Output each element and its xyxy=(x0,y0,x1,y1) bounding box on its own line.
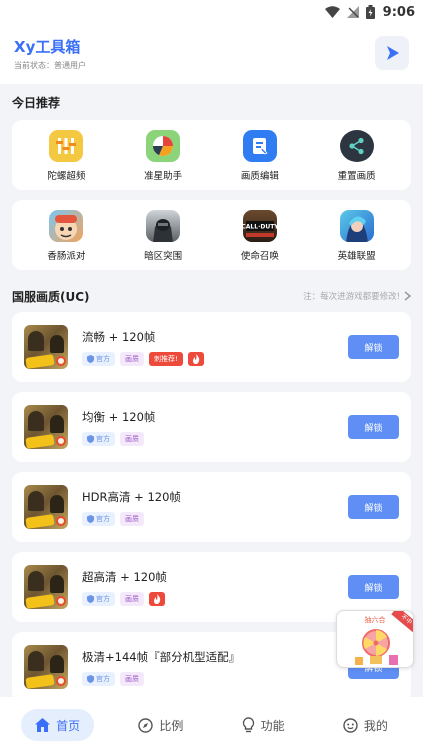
official-tag: 官方 xyxy=(82,671,115,686)
nav-home[interactable]: 首页 xyxy=(21,709,95,741)
call-of-duty-icon: CALL·DUTY xyxy=(242,210,277,242)
play-icon xyxy=(387,46,399,60)
league-of-legends-icon xyxy=(339,210,374,242)
play-button[interactable] xyxy=(375,36,409,70)
quality-tag: 画质 xyxy=(120,431,144,446)
game-arena-breakout[interactable]: 暗区突围 xyxy=(123,210,203,262)
pubg-thumbnail xyxy=(24,405,68,449)
home-icon xyxy=(35,718,51,732)
arena-breakout-icon xyxy=(146,210,181,242)
lottery-promo[interactable]: 抽六合 不中 xyxy=(336,610,414,668)
nav-label: 功能 xyxy=(260,718,285,733)
pubg-thumbnail xyxy=(24,485,68,529)
recommend-section-title: 今日推荐 xyxy=(12,95,61,110)
quality-item[interactable]: 均衡 + 120帧 官方 画质 解锁 xyxy=(12,392,411,462)
tool-label: 画质编辑 xyxy=(240,171,279,182)
official-tag-text: 官方 xyxy=(96,674,110,683)
chevron-right-icon xyxy=(404,291,411,301)
tool-label: 重置画质 xyxy=(337,171,376,182)
quality-tag: 画质 xyxy=(120,511,144,526)
app-header: Xy工具箱 当前状态：普通用户 xyxy=(0,24,423,84)
game-sausage-party[interactable]: 香肠派对 xyxy=(26,210,106,262)
quality-section-header: 国服画质(UC) 注：每次进游戏都要修改! xyxy=(0,280,423,312)
game-label: 使命召唤 xyxy=(240,251,279,262)
pubg-thumbnail xyxy=(24,565,68,609)
status-time: 9:06 xyxy=(382,4,415,20)
quality-tag: 画质 xyxy=(120,671,144,686)
nav-ratio[interactable]: 比例 xyxy=(124,709,197,741)
quality-hint[interactable]: 注：每次进游戏都要修改! xyxy=(303,290,411,302)
crosshair-icon xyxy=(146,130,181,162)
bottom-navigation: 首页 比例 功能 我的 xyxy=(0,697,423,753)
status-bar: 9:06 xyxy=(0,0,423,24)
tool-label: 陀螺超频 xyxy=(47,171,86,182)
shield-icon xyxy=(87,354,94,363)
quality-item-title: 超高清 + 120帧 xyxy=(82,569,167,584)
unlock-button[interactable]: 解锁 xyxy=(348,495,399,519)
quality-section-title: 国服画质(UC) xyxy=(12,289,90,304)
fire-icon xyxy=(187,351,204,366)
quality-tag: 画质 xyxy=(120,351,144,366)
quality-item[interactable]: HDR高清 + 120帧 官方 画质 解锁 xyxy=(12,472,411,542)
user-status: 当前状态：普通用户 xyxy=(14,61,86,70)
game-label: 香肠派对 xyxy=(47,251,86,262)
game-label: 暗区突围 xyxy=(144,251,183,262)
quality-item-title: HDR高清 + 120帧 xyxy=(82,489,181,504)
tool-gyro[interactable]: 陀螺超频 xyxy=(26,130,106,182)
no-signal-icon xyxy=(346,6,359,18)
tool-crosshair[interactable]: 准星助手 xyxy=(123,130,203,182)
unlock-button[interactable]: 解锁 xyxy=(348,335,399,359)
tool-quality-edit[interactable]: 画质编辑 xyxy=(220,130,300,182)
game-league-of-legends[interactable]: 英雄联盟 xyxy=(317,210,397,262)
official-tag-text: 官方 xyxy=(96,434,110,443)
recommend-tag: 刺推荐! xyxy=(149,351,183,366)
official-tag-text: 官方 xyxy=(96,354,110,363)
official-tag: 官方 xyxy=(82,511,115,526)
fire-icon xyxy=(149,591,165,606)
app-title: Xy工具箱 xyxy=(14,38,81,56)
quality-item[interactable]: 流畅 + 120帧 官方 画质 刺推荐! 解锁 xyxy=(12,312,411,382)
battery-icon xyxy=(365,5,375,19)
quality-item-title: 均衡 + 120帧 xyxy=(82,409,156,424)
official-tag-text: 官方 xyxy=(96,594,110,603)
quality-edit-icon xyxy=(242,130,277,162)
compass-icon xyxy=(138,717,154,733)
status-icons xyxy=(324,5,375,19)
nav-label: 比例 xyxy=(159,718,184,733)
sausage-party-icon xyxy=(49,210,84,242)
profile-icon xyxy=(343,717,358,733)
games-card: 香肠派对 暗区突围 CALL·DUTY 使命召唤 英雄联盟 xyxy=(12,200,411,270)
official-tag: 官方 xyxy=(82,351,115,366)
nav-label: 我的 xyxy=(363,718,388,733)
share-reset-icon xyxy=(339,130,374,162)
shield-icon xyxy=(87,674,94,683)
shield-icon xyxy=(87,594,94,603)
nav-label: 首页 xyxy=(56,718,81,733)
shield-icon xyxy=(87,514,94,523)
nav-profile[interactable]: 我的 xyxy=(329,709,402,741)
hint-text: 注：每次进游戏都要修改! xyxy=(303,292,400,302)
svg-text:CALL·DUTY: CALL·DUTY xyxy=(243,224,277,231)
wifi-icon xyxy=(324,6,340,18)
official-tag: 官方 xyxy=(82,591,115,606)
quality-tag: 画质 xyxy=(120,591,144,606)
tools-card: 陀螺超频 准星助手 画质编辑 重置画质 xyxy=(12,120,411,190)
unlock-button[interactable]: 解锁 xyxy=(348,415,399,439)
quality-item-title: 极清+144帧『部分机型适配』 xyxy=(82,649,241,664)
official-tag-text: 官方 xyxy=(96,514,110,523)
tool-reset-quality[interactable]: 重置画质 xyxy=(317,130,397,182)
lottery-wheel-icon xyxy=(355,629,398,665)
unlock-button[interactable]: 解锁 xyxy=(348,575,399,599)
tool-label: 准星助手 xyxy=(144,171,183,182)
nav-features[interactable]: 功能 xyxy=(228,709,299,741)
game-label: 英雄联盟 xyxy=(337,251,376,262)
shield-icon xyxy=(87,434,94,443)
gyro-icon xyxy=(49,130,84,162)
quality-item-title: 流畅 + 120帧 xyxy=(82,329,156,344)
bulb-icon xyxy=(242,717,254,733)
official-tag: 官方 xyxy=(82,431,115,446)
game-call-of-duty[interactable]: CALL·DUTY 使命召唤 xyxy=(220,210,300,262)
pubg-thumbnail xyxy=(24,325,68,369)
pubg-thumbnail xyxy=(24,645,68,689)
